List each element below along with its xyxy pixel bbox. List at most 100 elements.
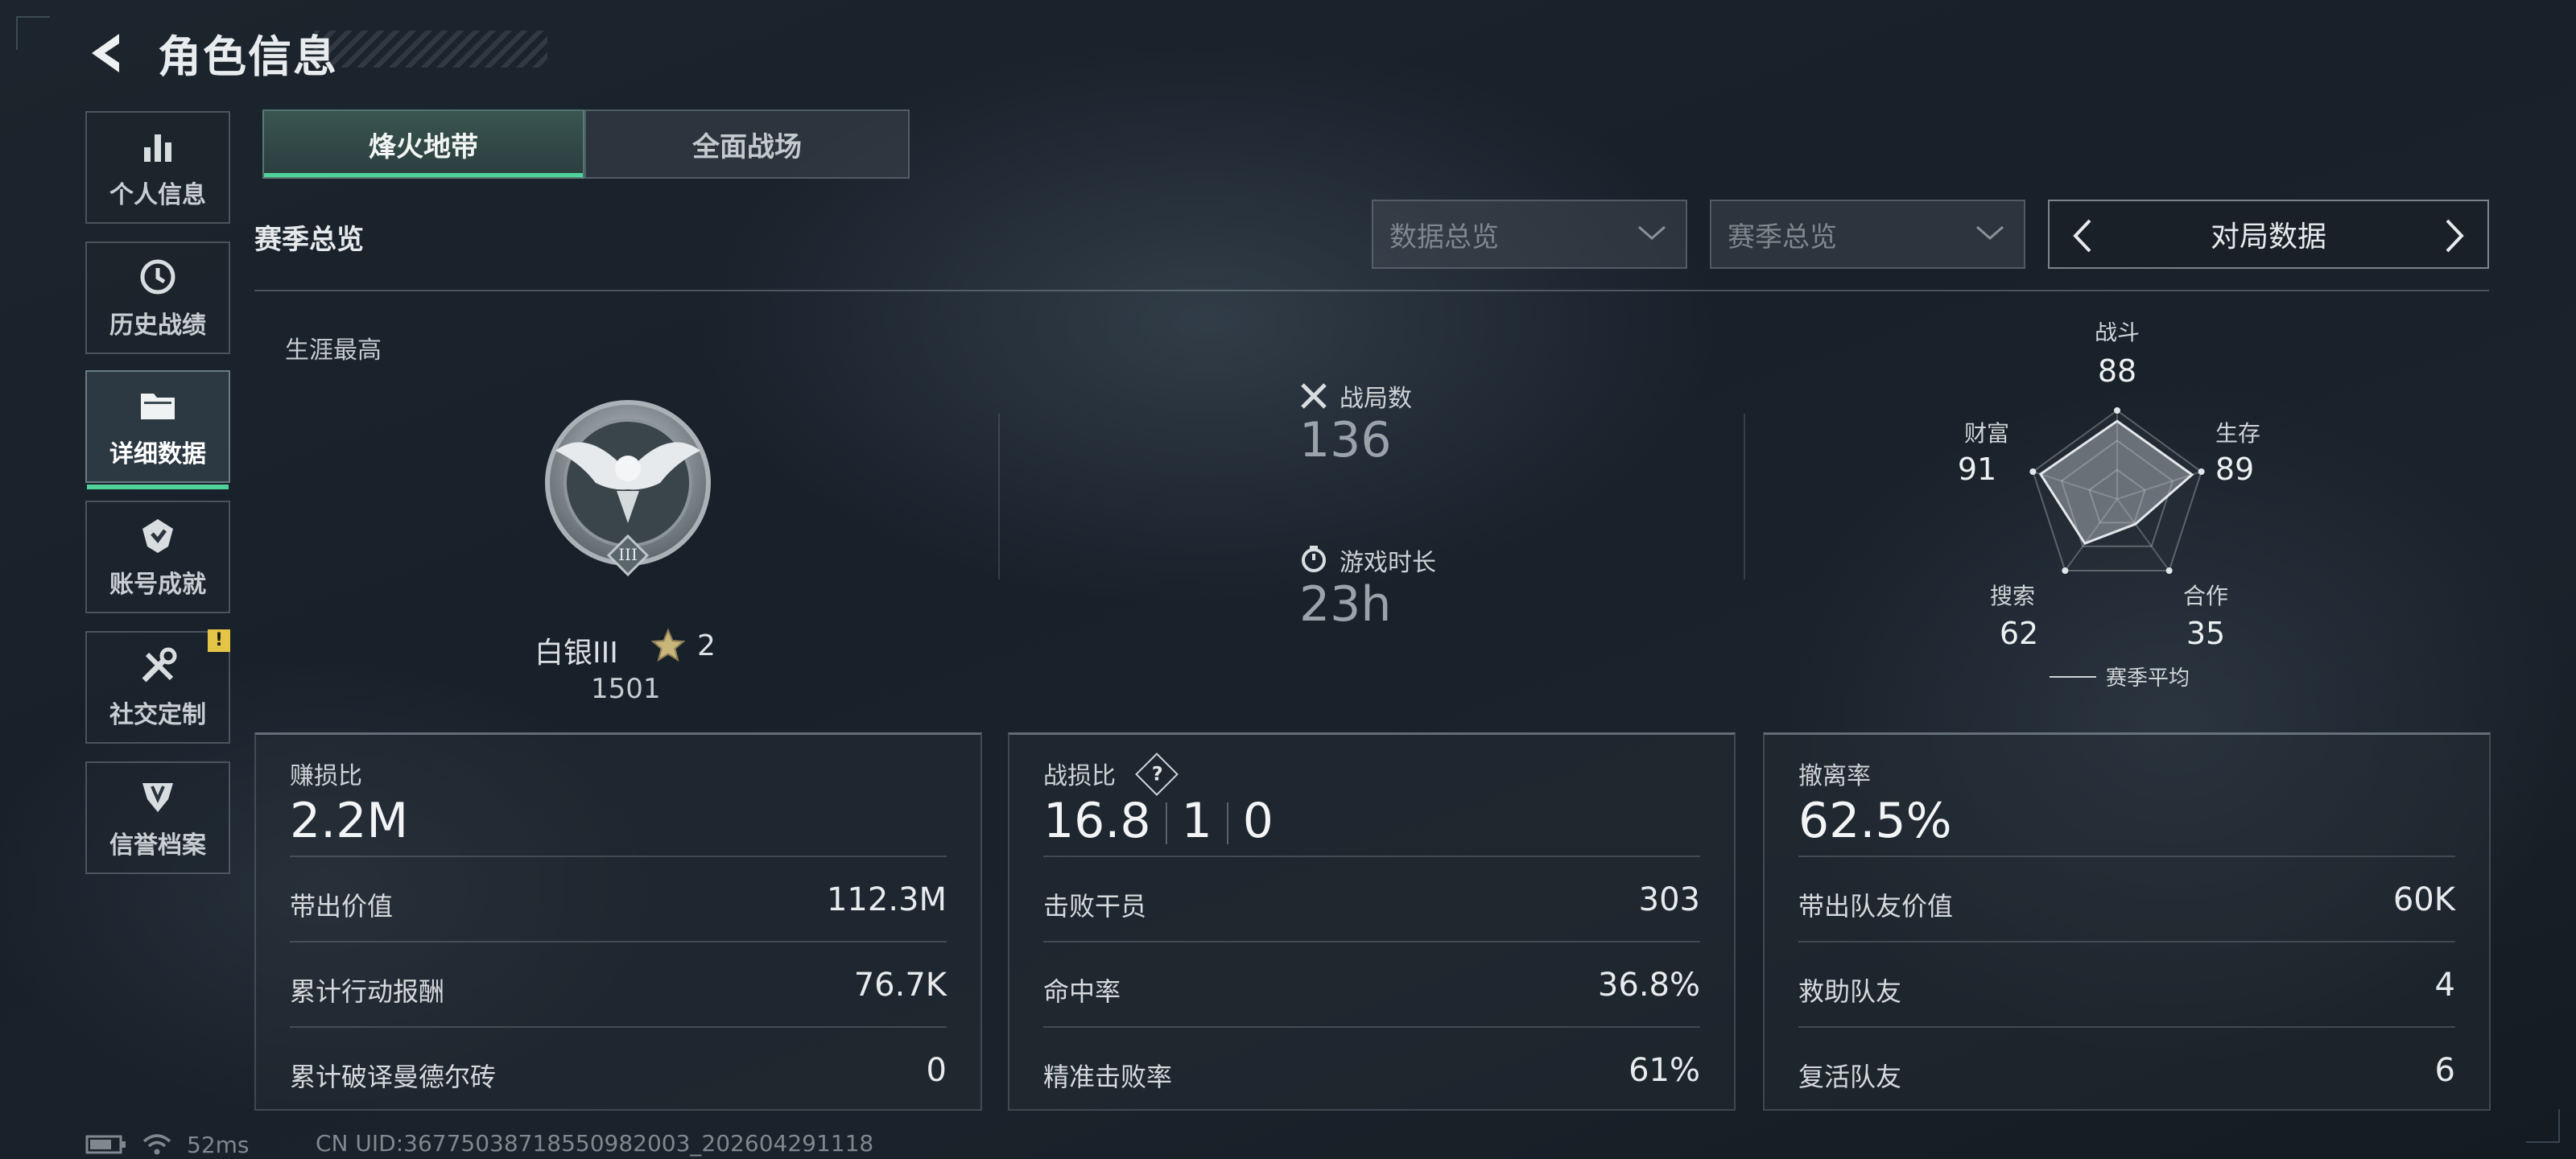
sidebar-item-label: 个人信息 (109, 181, 206, 209)
radar-axis-value: 88 (2098, 353, 2136, 389)
chevron-right-icon[interactable] (2441, 217, 2468, 254)
stat-label: 击败干员 (1043, 891, 1147, 922)
column-divider (1744, 414, 1745, 580)
kd-kills: 1 (1181, 793, 1212, 849)
sidebar-item-label: 信誉档案 (109, 831, 206, 860)
extraction-rate-panel: 撤离率 62.5% 带出队友价值 60K 救助队友 4 复活队友 6 (1763, 732, 2491, 1111)
season-overview-dropdown[interactable]: 赛季总览 (1710, 200, 2025, 269)
stat-value: 6 (2434, 1052, 2455, 1089)
matches-label: 战局数 (1340, 385, 1412, 413)
tab-active-underline (264, 173, 583, 177)
matches-value: 136 (1299, 412, 1392, 468)
stat-row: 累计破译曼德尔砖 0 (290, 1026, 947, 1113)
radar-legend: 赛季平均 (2106, 666, 2190, 691)
folder-icon (141, 394, 175, 419)
title-decoration (314, 31, 547, 68)
switcher-label: 对局数据 (2210, 221, 2326, 254)
frame-corner (2526, 1109, 2560, 1143)
kd-deaths: 0 (1242, 793, 1274, 849)
playtime-value: 23h (1299, 576, 1392, 633)
radar-vertex-dot (2198, 468, 2205, 476)
stat-row: 命中率 36.8% (1043, 941, 1700, 1028)
credit-shield-icon (142, 783, 173, 812)
radar-axis-label: 生存 (2215, 420, 2260, 447)
stat-label: 救助队友 (1798, 976, 1902, 1007)
stat-label: 累计破译曼德尔砖 (290, 1062, 497, 1092)
notification-badge: ! (208, 629, 230, 652)
stat-value: 60K (2392, 881, 2455, 918)
sidebar-item-credit-file[interactable]: 信誉档案 (85, 761, 230, 874)
radar-vertex-dot (2114, 407, 2120, 414)
stat-value: 0 (926, 1052, 947, 1089)
rank-score: 1501 (591, 673, 661, 705)
stat-row: 击败干员 303 (1043, 856, 1700, 942)
sidebar-item-label: 历史战绩 (109, 311, 206, 340)
panel-title-wrap: 战损比 ? (1043, 752, 1179, 796)
page-title: 角色信息 (158, 31, 338, 82)
tab-beacon-zone[interactable]: 烽火地带 (262, 109, 584, 179)
panel-big-value: 62.5% (1798, 793, 1952, 849)
chevron-left-icon[interactable] (2069, 217, 2096, 254)
value-separator (1226, 802, 1228, 845)
stat-value: 76.7K (853, 967, 947, 1004)
radar-axis-label: 合作 (2183, 583, 2228, 609)
sidebar-item-detailed-data[interactable]: 详细数据 (85, 370, 230, 489)
stat-row: 带出队友价值 60K (1798, 856, 2455, 942)
stat-row: 救助队友 4 (1798, 941, 2455, 1028)
dropdown-value: 赛季总览 (1728, 221, 1837, 254)
tools-icon (142, 647, 177, 683)
status-bar: 52ms (85, 1130, 250, 1159)
stopwatch-icon (1302, 546, 1326, 572)
sidebar-item-social-custom[interactable]: 社交定制 ! (85, 629, 230, 744)
stat-row: 带出价值 112.3M (290, 856, 947, 942)
stat-value: 4 (2434, 967, 2455, 1004)
panel-title: 撤离率 (1798, 762, 1871, 790)
sidebar-item-label: 账号成就 (109, 571, 206, 599)
career-best-label: 生涯最高 (285, 336, 382, 365)
frame-corner (16, 16, 50, 50)
sidebar-item-achievements[interactable]: 账号成就 (85, 501, 230, 613)
stat-row: 复活队友 6 (1798, 1026, 2455, 1113)
battery-icon (85, 1135, 126, 1154)
sidebar-item-label: 详细数据 (109, 440, 206, 468)
radar-axis-value: 91 (1958, 452, 1996, 487)
panel-big-value: 2.2M (290, 793, 409, 849)
radar-axis-label: 搜索 (1990, 583, 2035, 609)
help-icon[interactable]: ? (1134, 752, 1179, 796)
sidebar-item-history[interactable]: 历史战绩 (85, 241, 230, 354)
history-clock-icon (140, 259, 175, 295)
sidebar-item-label: 社交定制 (109, 701, 206, 729)
crossed-swords-icon (1301, 383, 1327, 409)
rank-name: 白银III (535, 637, 618, 670)
stat-row: 累计行动报酬 76.7K (290, 941, 947, 1028)
tab-label: 全面战场 (692, 130, 802, 163)
stat-label: 带出价值 (290, 891, 394, 922)
stat-label: 累计行动报酬 (290, 976, 445, 1007)
active-indicator (87, 485, 229, 489)
stat-value: 36.8% (1597, 967, 1700, 1004)
rank-medal-icon: III (545, 400, 711, 577)
sidebar-item-personal-info[interactable]: 个人信息 (85, 111, 230, 224)
chevron-down-icon (1638, 225, 1666, 240)
panel-title: 赚损比 (290, 762, 362, 790)
svg-text:III: III (618, 545, 638, 564)
match-data-switcher: 对局数据 (2048, 200, 2489, 269)
stat-row: 精准击败率 61% (1043, 1026, 1700, 1113)
tab-full-battlefield[interactable]: 全面战场 (584, 109, 910, 179)
legend-line (2050, 676, 2096, 678)
radar-axis-value: 62 (2000, 616, 2038, 651)
back-arrow-icon[interactable] (84, 29, 132, 77)
dropdown-value: 数据总览 (1389, 221, 1499, 254)
tab-label: 烽火地带 (369, 130, 478, 163)
kill-death-panel: 战损比 ? 16.8 1 0 击败干员 303 命中率 36.8% 精准击败率 61… (1008, 732, 1736, 1111)
stat-value: 112.3M (826, 881, 947, 918)
data-overview-dropdown[interactable]: 数据总览 (1372, 200, 1687, 269)
radar-svg: 战斗 88 生存 89 合作 35 搜索 62 财富 91 (1958, 319, 2260, 651)
uid-label: CN UID:36775038718550982003_202604291118 (316, 1130, 874, 1157)
panel-big-value: 16.8 1 0 (1043, 793, 1274, 849)
stat-label: 精准击败率 (1043, 1062, 1173, 1092)
stat-value: 303 (1638, 881, 1700, 918)
section-title: 赛季总览 (254, 224, 364, 256)
radar-axis-value: 35 (2186, 616, 2225, 651)
panel-title: 战损比 (1043, 762, 1116, 790)
